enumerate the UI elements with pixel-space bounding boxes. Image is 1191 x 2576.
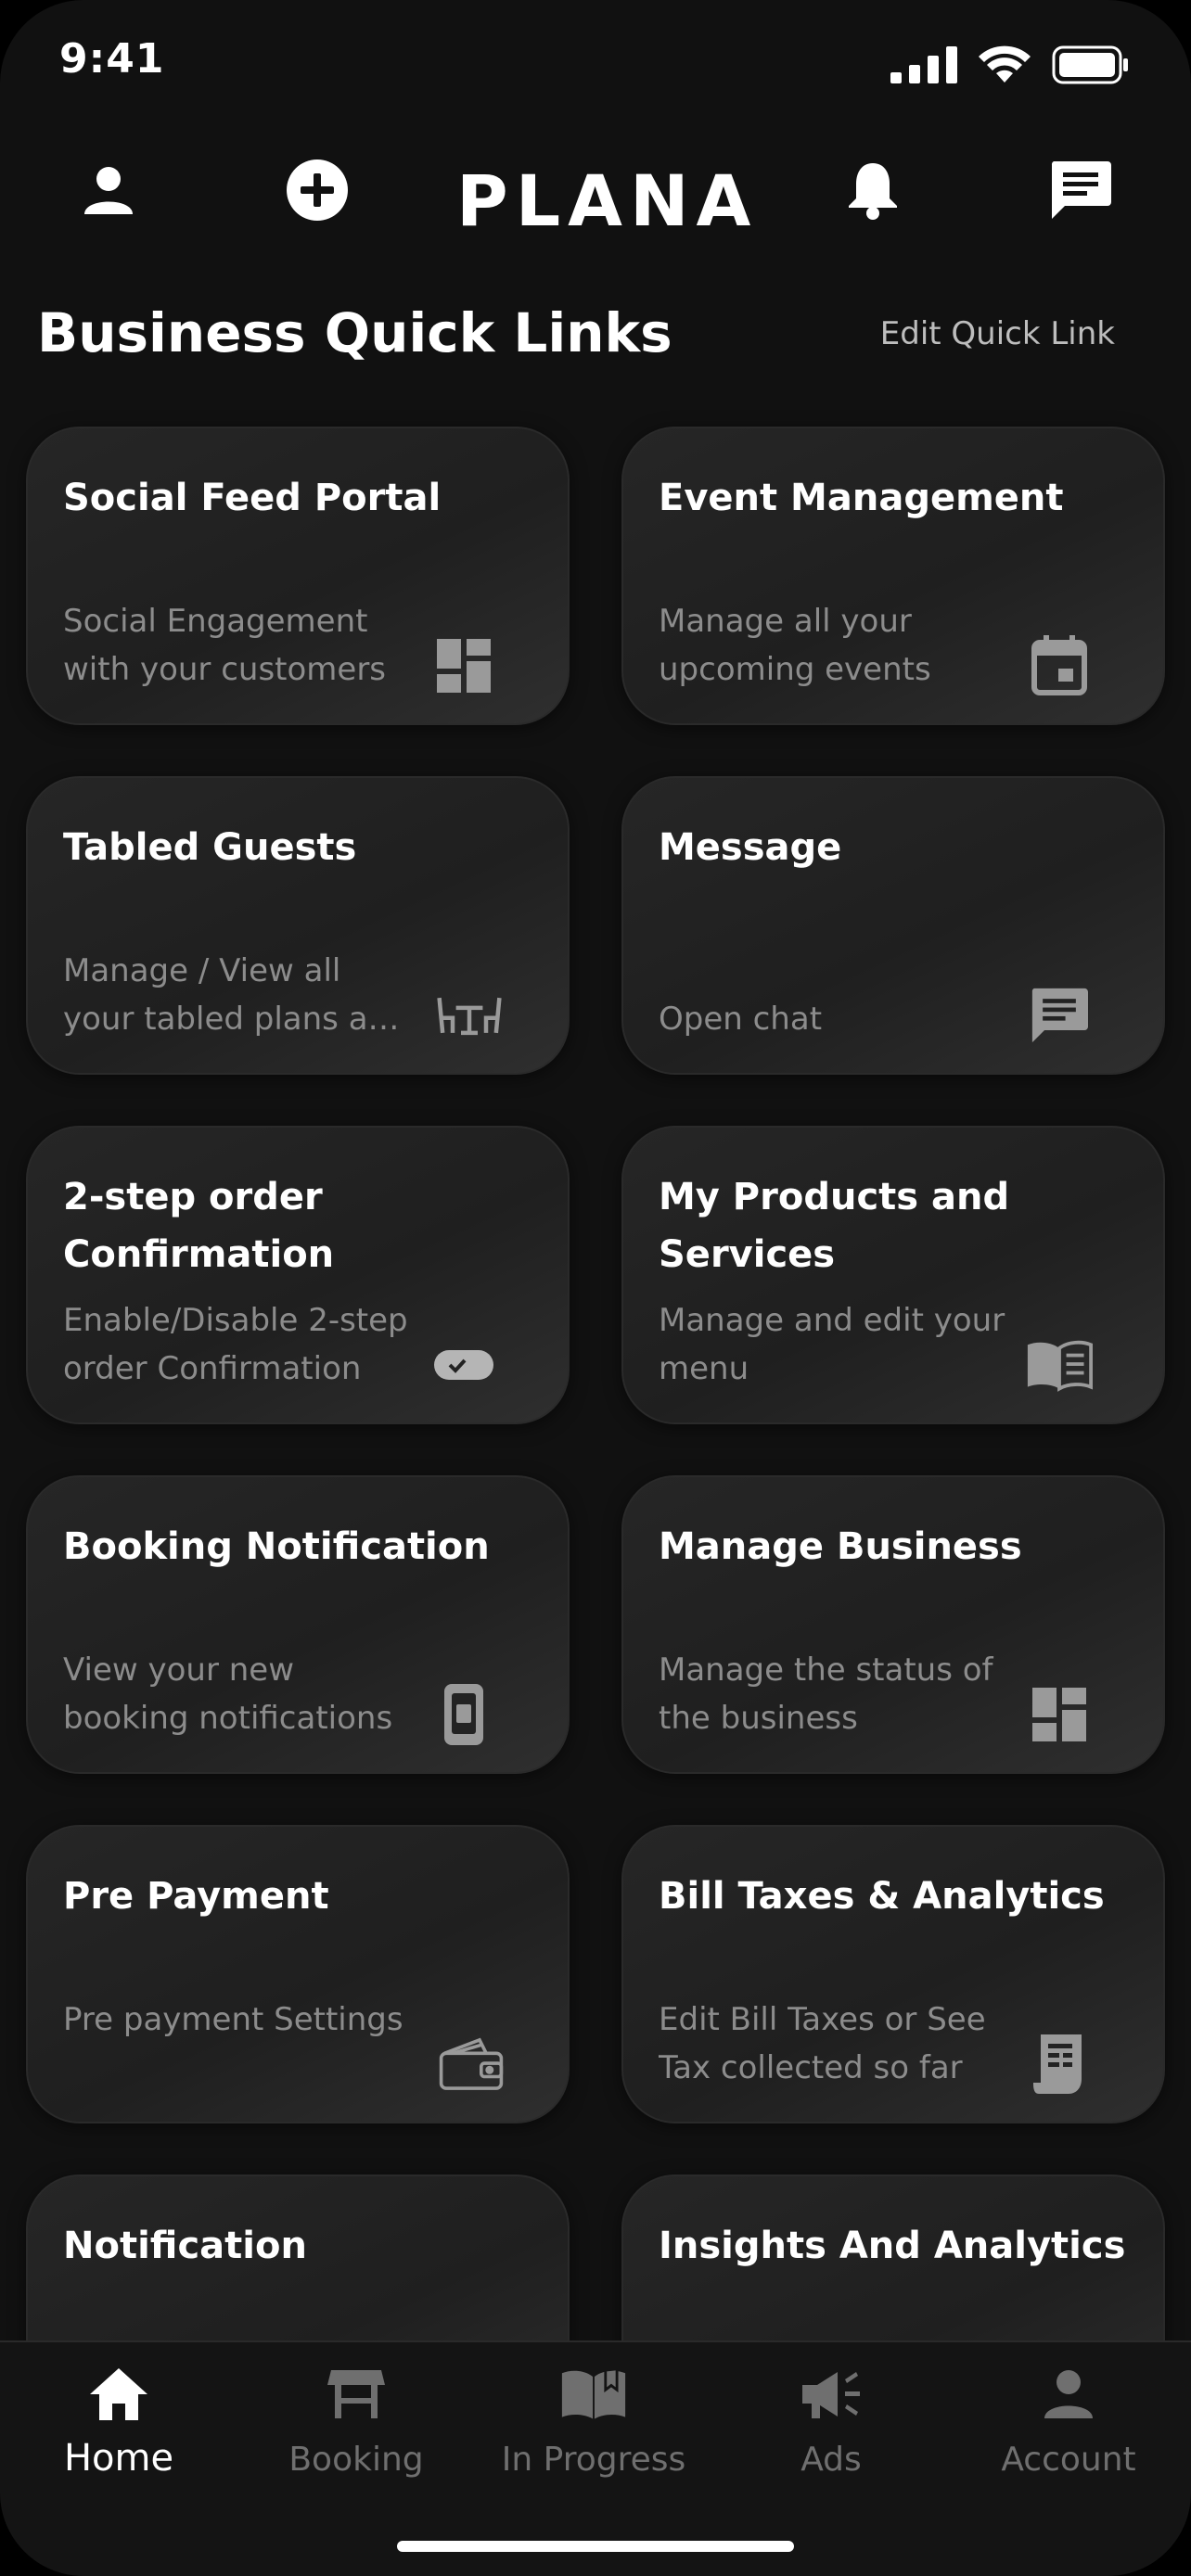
add-circle-icon[interactable] xyxy=(285,158,350,223)
status-time: 9:41 xyxy=(59,35,165,83)
card-description: Manage the status of the business xyxy=(659,1651,993,1737)
card-title: Message xyxy=(659,826,842,869)
book-open-icon xyxy=(560,2361,627,2428)
card-description: Social Engagement with your customers xyxy=(63,603,387,688)
tab-in-progress[interactable]: In Progress xyxy=(475,2361,712,2500)
plana-logo: PLANA xyxy=(456,159,759,242)
top-navigation: PLANA xyxy=(0,148,1191,242)
card-description: Manage all your upcoming events xyxy=(659,603,931,688)
tab-label: In Progress xyxy=(501,2441,686,2479)
tab-booking[interactable]: Booking xyxy=(237,2361,475,2500)
card-description: Enable/Disable 2-step order Confirmation xyxy=(63,1302,408,1387)
card-title: Tabled Guests xyxy=(63,826,357,869)
quick-link-social-feed-portal[interactable]: Social Feed Portal Social Engagement wit… xyxy=(26,427,570,725)
card-description: Edit Bill Taxes or See Tax collected so … xyxy=(659,2001,986,2086)
quick-link-my-products-and-services[interactable]: My Products and Services Manage and edit… xyxy=(621,1126,1165,1424)
menu-book-icon xyxy=(1026,1332,1093,1398)
quick-link-tabled-guests[interactable]: Tabled Guests Manage / View all your tab… xyxy=(26,776,570,1075)
status-icons xyxy=(890,45,1130,88)
tab-label: Ads xyxy=(800,2441,862,2479)
card-title: Manage Business xyxy=(659,1525,1022,1568)
home-indicator xyxy=(397,2541,794,2552)
card-title: Insights And Analytics xyxy=(659,2225,1126,2267)
quick-link-2-step-order-confirmation[interactable]: 2-step order Confirmation Enable/Disable… xyxy=(26,1126,570,1424)
quick-link-bill-taxes-analytics[interactable]: Bill Taxes & Analytics Edit Bill Taxes o… xyxy=(621,1825,1165,2123)
receipt-icon xyxy=(1026,2031,1093,2098)
tab-label: Account xyxy=(1001,2441,1136,2479)
dashboard-icon xyxy=(1026,1681,1093,1748)
booking-table-icon xyxy=(323,2361,390,2428)
card-title: Booking Notification xyxy=(63,1525,490,1568)
card-description: Pre payment Settings xyxy=(63,2001,403,2038)
card-description: Manage and edit your menu xyxy=(659,1302,1005,1387)
home-icon xyxy=(85,2361,152,2428)
card-title: Bill Taxes & Analytics xyxy=(659,1875,1105,1918)
tab-label: Booking xyxy=(288,2441,424,2479)
tab-label: Home xyxy=(63,2437,174,2480)
card-title: Event Management xyxy=(659,477,1064,519)
edit-quick-link-button[interactable]: Edit Quick Link xyxy=(880,315,1115,352)
page-title: Business Quick Links xyxy=(37,301,672,364)
table-chairs-icon xyxy=(436,982,503,1049)
quick-link-event-management[interactable]: Event Management Manage all your upcomin… xyxy=(621,427,1165,725)
card-description: View your new booking notifications xyxy=(63,1651,393,1737)
app-screen: 9:41 PLANA Business Quick Links Edit Qui… xyxy=(0,0,1191,2576)
quick-link-pre-payment[interactable]: Pre Payment Pre payment Settings xyxy=(26,1825,570,2123)
wallet-icon xyxy=(438,2031,505,2098)
card-title: Social Feed Portal xyxy=(63,477,442,519)
card-description: Manage / View all your tabled plans and … xyxy=(63,952,408,1038)
phone-icon xyxy=(430,1681,497,1748)
megaphone-icon xyxy=(798,2361,864,2428)
person-icon xyxy=(1035,2361,1102,2428)
chat-icon[interactable] xyxy=(1048,158,1113,223)
calendar-icon xyxy=(1026,632,1093,699)
chat-icon xyxy=(1026,982,1093,1049)
battery-icon xyxy=(1052,45,1130,88)
quick-link-booking-notification[interactable]: Booking Notification View your new booki… xyxy=(26,1475,570,1774)
bell-icon[interactable] xyxy=(840,158,905,223)
tab-account[interactable]: Account xyxy=(950,2361,1187,2500)
profile-icon[interactable] xyxy=(76,158,141,223)
quick-link-message[interactable]: Message Open chat xyxy=(621,776,1165,1075)
signal-icon xyxy=(890,46,957,87)
quick-link-manage-business[interactable]: Manage Business Manage the status of the… xyxy=(621,1475,1165,1774)
tab-home[interactable]: Home xyxy=(0,2361,237,2500)
dashboard-icon xyxy=(430,632,497,699)
card-title: Pre Payment xyxy=(63,1875,329,1918)
card-title: 2-step order Confirmation xyxy=(63,1176,335,1276)
tab-ads[interactable]: Ads xyxy=(712,2361,950,2500)
toggle-icon xyxy=(430,1332,497,1398)
card-title: Notification xyxy=(63,2225,307,2267)
card-title: My Products and Services xyxy=(659,1176,1010,1276)
card-description: Open chat xyxy=(659,1001,823,1038)
wifi-icon xyxy=(978,45,1031,88)
